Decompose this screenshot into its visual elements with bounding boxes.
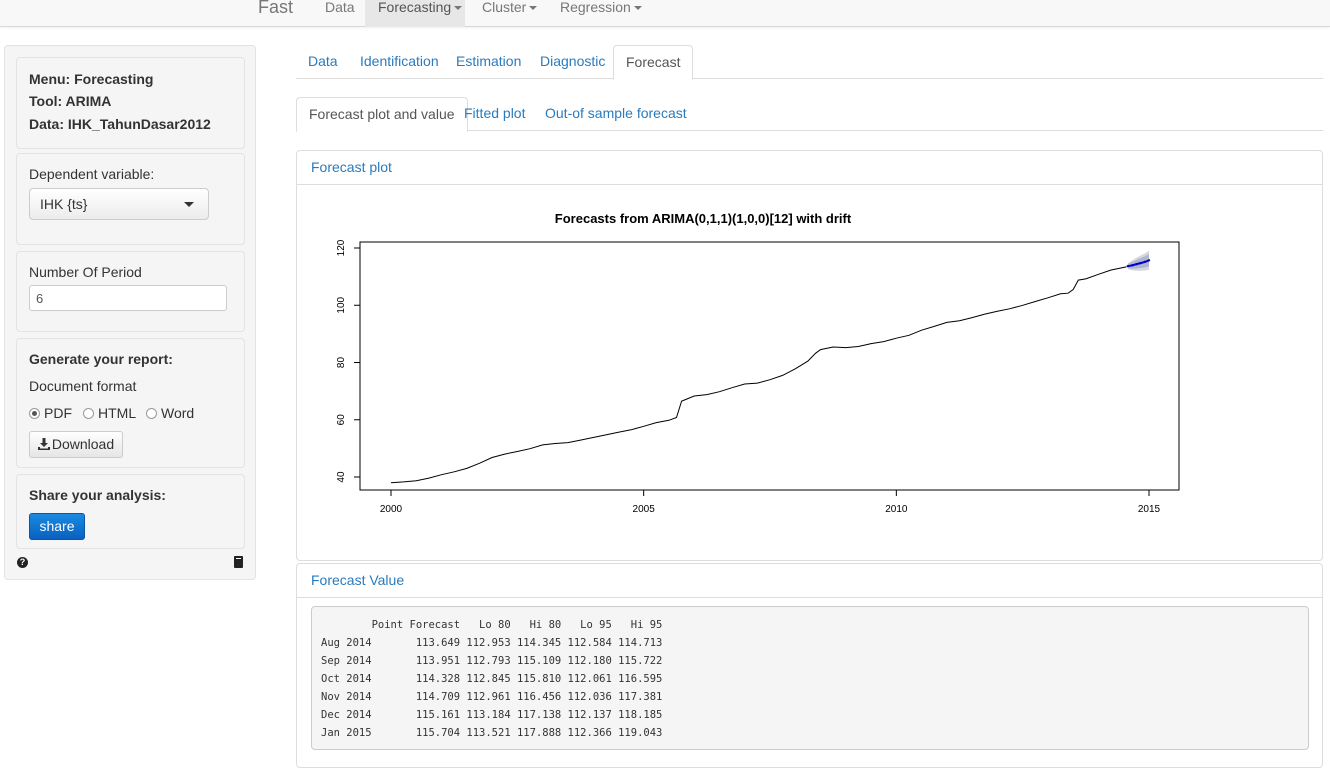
table-row: Nov 2014 114.709 112.961 116.456 112.036… — [321, 691, 663, 703]
tab-forecast-plot-and-value[interactable]: Forecast plot and value — [296, 97, 468, 132]
forecast-plot-title: Forecast plot — [311, 159, 392, 175]
table-header: Point Forecast Lo 80 Hi 80 Lo 95 Hi 95 — [321, 619, 663, 631]
table-row: Jan 2015 115.704 113.521 117.888 112.366… — [321, 727, 663, 739]
download-icon — [37, 438, 50, 450]
dependent-variable-panel: Dependent variable: IHK {ts} — [16, 153, 245, 245]
share-button-label: share — [39, 518, 75, 534]
tab-data[interactable]: Data — [296, 45, 350, 79]
chevron-down-icon — [633, 6, 642, 11]
tab-fitted-plot-label: Fitted plot — [464, 105, 526, 121]
format-radio-word[interactable]: Word — [146, 405, 194, 421]
tab-estimation[interactable]: Estimation — [444, 45, 533, 79]
caret-down-icon — [184, 202, 194, 207]
plot-frame — [359, 241, 1180, 491]
data-info: Data: IHK_TahunDasar2012 — [29, 116, 211, 132]
format-word-label: Word — [161, 405, 195, 421]
report-panel: Generate your report: Document format PD… — [16, 338, 245, 468]
forecast-point — [1126, 264, 1129, 268]
x-tick-label: 2015 — [1138, 504, 1161, 515]
forecast-point — [1143, 260, 1147, 264]
forecast-point — [1139, 261, 1142, 265]
radio-checked-icon[interactable] — [29, 408, 40, 419]
tab-out-of-sample-forecast[interactable]: Out-of sample forecast — [533, 97, 699, 131]
format-pdf-label: PDF — [44, 405, 72, 421]
tab-forecast[interactable]: Forecast — [613, 45, 694, 80]
history-series-line — [390, 266, 1127, 484]
navbar: Fast Data Forecasting Cluster Regression — [0, 0, 1330, 27]
tab-identification-label: Identification — [360, 53, 439, 69]
forecast-value-table: Point Forecast Lo 80 Hi 80 Lo 95 Hi 95 Au… — [311, 606, 1309, 750]
nav-data[interactable]: Data — [312, 0, 364, 27]
tool-info: Tool: ARIMA — [29, 93, 112, 109]
tab-data-label: Data — [308, 53, 338, 69]
question-circle-icon[interactable]: ? — [17, 557, 28, 568]
table-row: Oct 2014 114.328 112.845 115.810 112.061… — [321, 673, 663, 685]
tab-fitted-plot[interactable]: Fitted plot — [452, 97, 537, 131]
nav-forecasting[interactable]: Forecasting — [365, 0, 465, 27]
share-title: Share your analysis: — [29, 487, 166, 503]
y-tick-label: 120 — [336, 239, 347, 256]
forecast-value-panel: Forecast Value Point Forecast Lo 80 Hi 8… — [296, 563, 1323, 768]
download-button[interactable]: Download — [29, 431, 123, 458]
x-tick-label: 2000 — [380, 504, 403, 515]
dependent-variable-label: Dependent variable: — [29, 166, 155, 182]
tab-forecast-plot-and-value-label: Forecast plot and value — [309, 106, 455, 122]
number-of-period-input[interactable]: 6 — [29, 285, 227, 311]
forecast-plot-panel: Forecast plot Forecasts from ARIMA(0,1,1… — [296, 150, 1323, 561]
tab-forecast-label: Forecast — [626, 54, 681, 70]
tab-diagnostic-label: Diagnostic — [540, 53, 606, 69]
nav-data-label: Data — [325, 0, 355, 15]
y-tick-label: 100 — [336, 296, 347, 313]
divider — [297, 597, 1322, 598]
report-title: Generate your report: — [29, 351, 173, 367]
number-of-period-panel: Number Of Period 6 — [16, 251, 245, 332]
radio-unchecked-icon[interactable] — [83, 408, 94, 419]
document-format-label: Document format — [29, 378, 137, 394]
nav-cluster-label: Cluster — [482, 0, 527, 15]
radio-unchecked-icon[interactable] — [146, 408, 157, 419]
tab-estimation-label: Estimation — [456, 53, 522, 69]
share-button[interactable]: share — [29, 513, 85, 540]
nav-regression-label: Regression — [560, 0, 631, 15]
y-tick-label: 60 — [336, 414, 347, 426]
menu-info: Menu: Forecasting — [29, 71, 154, 87]
dependent-variable-select[interactable]: IHK {ts} — [29, 188, 209, 220]
table-row: Dec 2014 115.161 113.184 117.138 112.137… — [321, 709, 663, 721]
format-radio-html[interactable]: HTML — [83, 405, 136, 421]
chart-title: Forecasts from ARIMA(0,1,1)(1,0,0)[12] w… — [555, 211, 852, 226]
x-tick-label: 2005 — [633, 504, 656, 515]
forecast-point — [1147, 259, 1151, 262]
number-of-period-value: 6 — [36, 291, 44, 306]
tab-identification[interactable]: Identification — [348, 45, 451, 79]
forecast-subtabs: Forecast plot and value Fitted plot Out-… — [296, 97, 1323, 132]
brand-title[interactable]: Fast — [258, 0, 293, 18]
chevron-down-icon — [454, 6, 463, 11]
format-radio-pdf[interactable]: PDF — [29, 405, 72, 421]
forecast-value-title: Forecast Value — [311, 572, 405, 588]
dependent-variable-value: IHK {ts} — [40, 196, 88, 212]
forecast-chart: Forecasts from ARIMA(0,1,1)(1,0,0)[12] w… — [336, 211, 1180, 515]
download-button-label: Download — [51, 436, 115, 452]
tab-out-of-sample-forecast-label: Out-of sample forecast — [545, 105, 687, 121]
y-tick-label: 40 — [336, 471, 347, 483]
share-panel: Share your analysis: share — [16, 474, 245, 549]
y-tick-label: 80 — [336, 357, 347, 369]
x-tick-label: 2010 — [885, 504, 908, 515]
nav-regression[interactable]: Regression — [548, 0, 648, 27]
nav-forecasting-label: Forecasting — [378, 0, 452, 15]
forecast-point — [1135, 263, 1138, 266]
nav-cluster[interactable]: Cluster — [470, 0, 546, 27]
format-html-label: HTML — [98, 405, 137, 421]
number-of-period-label: Number Of Period — [29, 264, 142, 280]
table-row: Sep 2014 113.951 112.793 115.109 112.180… — [321, 655, 663, 667]
forecast-point — [1131, 264, 1134, 267]
sidebar: Menu: Forecasting Tool: ARIMA Data: IHK_… — [4, 45, 256, 580]
book-icon[interactable] — [234, 556, 243, 568]
table-row: Aug 2014 113.649 112.953 114.345 112.584… — [321, 637, 663, 649]
chevron-down-icon — [529, 6, 538, 11]
main-tabs: Data Identification Estimation Diagnosti… — [296, 45, 1323, 80]
tab-diagnostic[interactable]: Diagnostic — [528, 45, 617, 79]
analysis-info-panel: Menu: Forecasting Tool: ARIMA Data: IHK_… — [16, 57, 245, 149]
